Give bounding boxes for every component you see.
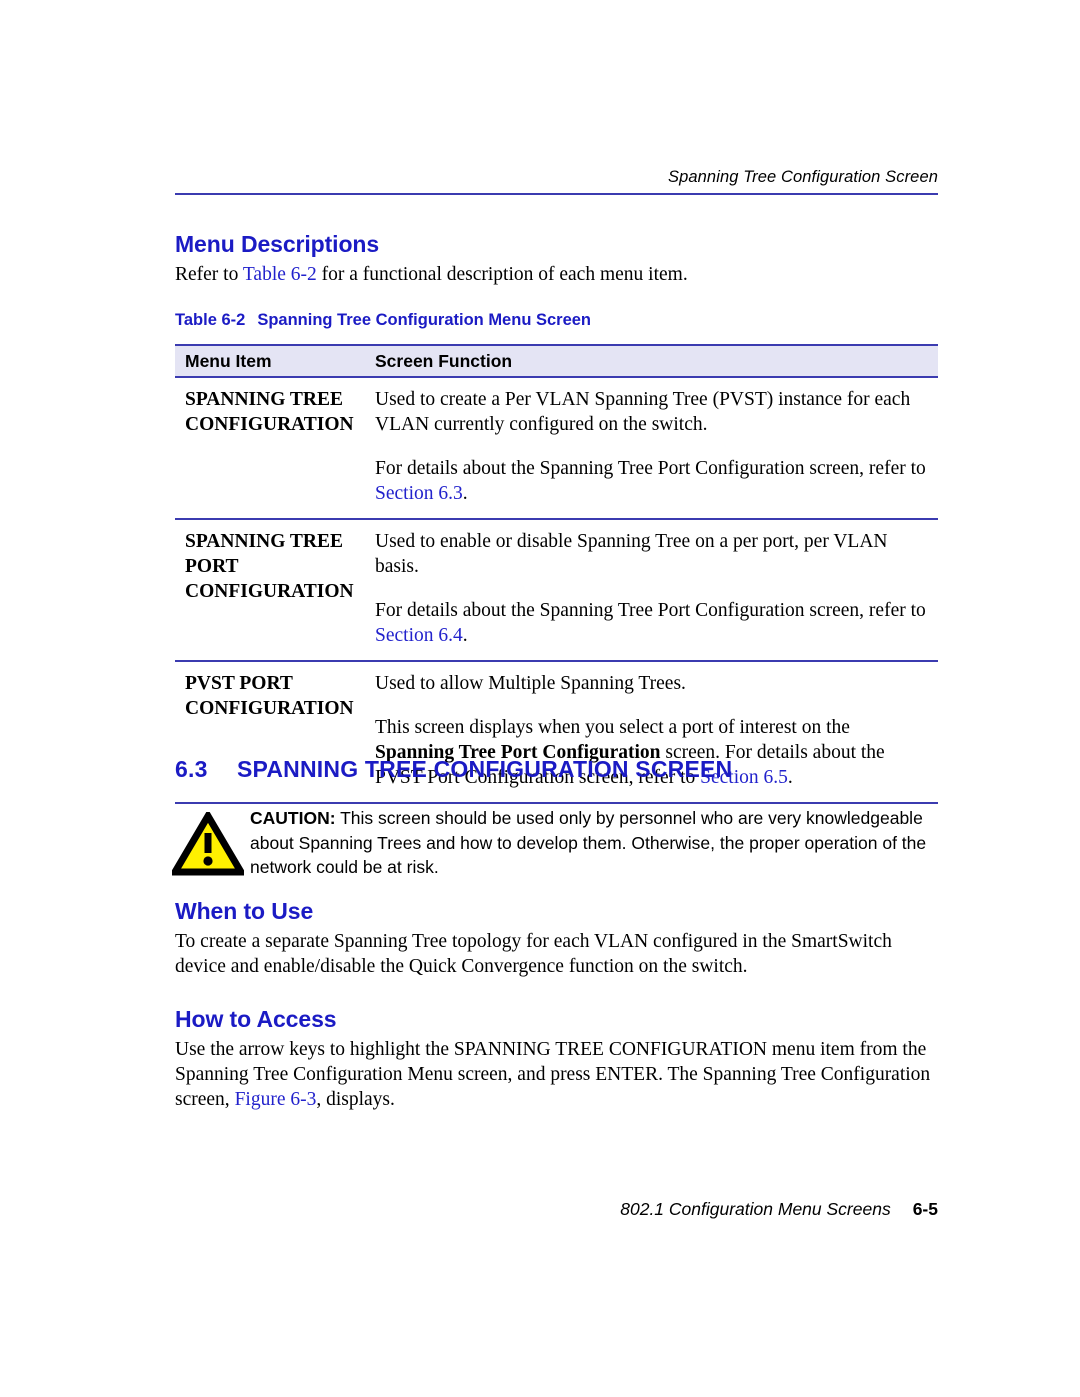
page-footer: 802.1 Configuration Menu Screens 6-5 [175, 1199, 938, 1220]
table-caption-number: Table 6-2 [175, 311, 246, 329]
row-text-prefix: For details about the Spanning Tree Port… [375, 458, 926, 479]
row-paragraph: For details about the Spanning Tree Port… [375, 456, 932, 506]
menu-descriptions-table: Menu Item Screen Function SPANNING TREE … [175, 344, 938, 804]
link-figure-6-3[interactable]: Figure 6-3 [235, 1089, 317, 1110]
heading-section-6-3: 6.3 SPANNING TREE CONFIGURATION SCREEN [175, 756, 732, 783]
how-suffix-text: , displays. [316, 1089, 395, 1110]
caution-label: CAUTION: [250, 808, 336, 828]
section-number: 6.3 [175, 756, 208, 782]
caution-text: CAUTION: This screen should be used only… [250, 806, 947, 880]
row-paragraph: Used to enable or disable Spanning Tree … [375, 531, 888, 577]
refer-prefix-text: Refer to [175, 264, 243, 285]
row-paragraph: Used to create a Per VLAN Spanning Tree … [375, 389, 911, 435]
paragraph-refer-to-table: Refer to Table 6-2 for a functional desc… [175, 262, 875, 287]
row-text-suffix: . [462, 483, 468, 504]
row-text-prefix: For details about the Spanning Tree Port… [375, 600, 926, 621]
footer-page-number: 6-5 [912, 1199, 938, 1219]
table-row: SPANNING TREE PORT CONFIGURATION Used to… [175, 520, 938, 660]
column-header-menu-item: Menu Item [185, 351, 272, 371]
refer-suffix-text: for a functional description of each men… [316, 264, 688, 285]
document-page: Spanning Tree Configuration Screen Menu … [0, 0, 1080, 1397]
cell-menu-item: SPANNING TREE PORT CONFIGURATION [185, 531, 354, 602]
row-text-prefix: This screen displays when you select a p… [375, 717, 850, 738]
caution-warning-triangle-icon [172, 812, 244, 876]
cell-screen-function: Used to enable or disable Spanning Tree … [375, 529, 938, 648]
row-paragraph: For details about the Spanning Tree Port… [375, 598, 932, 648]
table-header-row: Menu Item Screen Function [175, 346, 938, 376]
cell-menu-item: SPANNING TREE CONFIGURATION [185, 389, 354, 435]
link-section-6-4[interactable]: Section 6.4 [375, 625, 463, 646]
paragraph-how-to-access: Use the arrow keys to highlight the SPAN… [175, 1037, 945, 1112]
heading-menu-descriptions: Menu Descriptions [175, 231, 380, 257]
caution-body: This screen should be used only by perso… [250, 808, 927, 877]
row-text-suffix: . [462, 625, 468, 646]
paragraph-when-to-use: To create a separate Spanning Tree topol… [175, 931, 892, 977]
column-header-screen-function: Screen Function [375, 351, 513, 371]
heading-how-to-access: How to Access [175, 1006, 337, 1032]
row-text-suffix: . [787, 767, 793, 788]
cell-screen-function: Used to create a Per VLAN Spanning Tree … [375, 387, 938, 506]
section-title: SPANNING TREE CONFIGURATION SCREEN [237, 756, 733, 782]
table-caption: Table 6-2 Spanning Tree Configuration Men… [175, 311, 591, 330]
footer-title: 802.1 Configuration Menu Screens [620, 1199, 891, 1219]
table-bottom-rule [175, 802, 938, 804]
heading-when-to-use: When to Use [175, 898, 314, 924]
table-row: SPANNING TREE CONFIGURATION Used to crea… [175, 378, 938, 518]
table-caption-title: Spanning Tree Configuration Menu Screen [257, 311, 592, 329]
running-header-title: Spanning Tree Configuration Screen [667, 168, 938, 186]
link-table-6-2[interactable]: Table 6-2 [243, 264, 317, 285]
row-paragraph: Used to allow Multiple Spanning Trees. [375, 673, 686, 694]
link-section-6-3[interactable]: Section 6.3 [375, 483, 463, 504]
header-divider-rule [175, 193, 938, 195]
